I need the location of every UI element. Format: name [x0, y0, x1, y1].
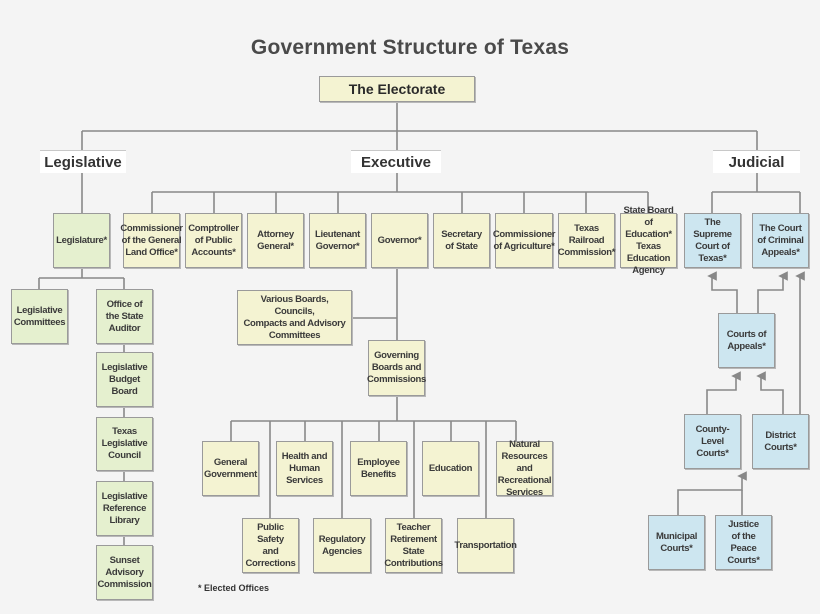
function-transportation: Transportation	[454, 518, 517, 573]
district-courts-box: District Courts*	[752, 414, 809, 469]
governing-boards-box: Governing Boards and Commissions	[367, 340, 426, 396]
exec-office-governor: Governor*	[371, 213, 428, 268]
exec-office-agriculture-commissioner: Commissioner of Agriculture*	[493, 213, 556, 268]
function-regulatory-agencies: Regulatory Agencies	[313, 518, 371, 573]
legislative-budget-board-box: Legislative Budget Board	[96, 352, 153, 407]
county-courts-box: County-Level Courts*	[684, 414, 741, 469]
branch-executive: Executive	[351, 150, 441, 173]
state-auditor-box: Office of the State Auditor	[96, 289, 153, 344]
texas-legislative-council-box: Texas Legislative Council	[96, 417, 153, 471]
function-education: Education	[422, 441, 479, 496]
legislative-reference-library-box: Legislative Reference Library	[96, 481, 153, 536]
justice-peace-courts-box: Justice of the Peace Courts*	[715, 515, 772, 570]
courts-of-appeals-box: Courts of Appeals*	[718, 313, 775, 368]
function-teacher-retirement: Teacher Retirement State Contributions	[384, 518, 443, 573]
exec-office-secretary-of-state: Secretary of State	[433, 213, 490, 268]
function-health-human-services: Health and Human Services	[276, 441, 333, 496]
sunset-advisory-commission-box: Sunset Advisory Commission	[96, 545, 153, 600]
branch-legislative: Legislative	[40, 150, 126, 173]
legislative-committees-box: Legislative Committees	[11, 289, 68, 344]
function-public-safety: Public Safety and Corrections	[242, 518, 299, 573]
exec-office-lieutenant-governor: Lieutenant Governor*	[309, 213, 366, 268]
branch-judicial: Judicial	[713, 150, 800, 173]
elected-offices-footnote: * Elected Offices	[198, 583, 270, 593]
function-employee-benefits: Employee Benefits	[350, 441, 407, 496]
exec-office-state-board-education: State Board of Education* Texas Educatio…	[620, 205, 677, 276]
exec-office-railroad-commission: Texas Railroad Commission*	[558, 213, 616, 268]
function-natural-resources: Natural Resources and Recreational Servi…	[496, 438, 553, 498]
exec-office-attorney-general: Attorney General*	[247, 213, 304, 268]
supreme-court-box: The Supreme Court of Texas*	[684, 213, 741, 268]
electorate-box: The Electorate	[319, 76, 475, 102]
page-title: Government Structure of Texas	[250, 36, 570, 59]
court-criminal-appeals-box: The Court of Criminal Appeals*	[752, 213, 809, 268]
municipal-courts-box: Municipal Courts*	[648, 515, 705, 570]
exec-office-land-commissioner: Commissioner of the General Land Office*	[120, 213, 183, 268]
exec-office-comptroller: Comptroller of Public Accounts*	[185, 213, 242, 268]
various-boards-box: Various Boards, Councils, Compacts and A…	[237, 290, 352, 345]
function-general-government: General Government	[202, 441, 259, 496]
legislature-box: Legislature*	[53, 213, 110, 268]
